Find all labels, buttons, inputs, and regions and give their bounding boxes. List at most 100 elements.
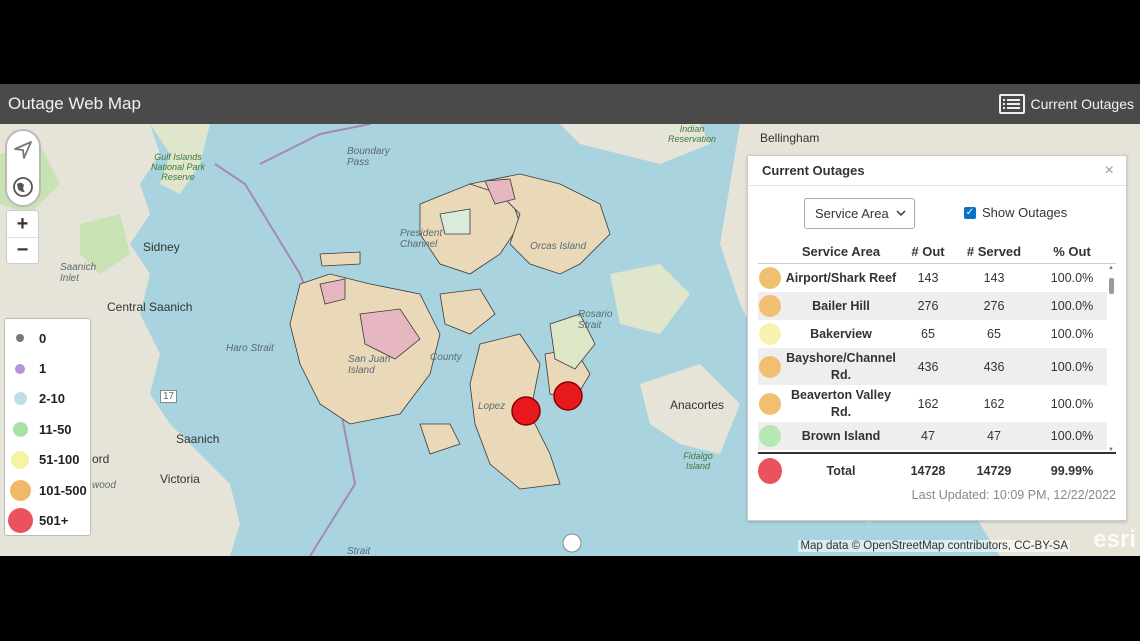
map-label-ord: ord (92, 452, 110, 466)
row-pct-out: 100.0% (1050, 429, 1094, 443)
row-out: 162 (917, 396, 939, 411)
table-rows: Airport/Shark Reef 143 143 100.0% Bailer Hil… (758, 264, 1116, 450)
table-row[interactable]: Bakerview 65 65 100.0% (758, 320, 1116, 348)
row-pct-out: 100.0% (1050, 299, 1094, 313)
legend-swatch (16, 334, 24, 343)
table-header: Service Area # Out # Served % Out (758, 240, 1116, 264)
column-header-served[interactable]: # Served (956, 244, 1032, 259)
total-swatch-cell (758, 458, 782, 484)
row-pct-out: 100.0% (1050, 327, 1094, 341)
show-outages-checkbox[interactable]: ✓ (964, 206, 976, 219)
current-outages-label: Current Outages (1030, 96, 1135, 112)
map-label-anacortes: Anacortes (670, 398, 725, 412)
table-row[interactable]: Brown Island 47 47 100.0% (758, 422, 1116, 450)
column-header-pct-out[interactable]: % Out (1032, 244, 1112, 259)
map-label-sidney: Sidney (143, 240, 180, 254)
map-label-rosario-strait: Rosario Strait (578, 309, 613, 331)
legend-swatch-cell (5, 479, 35, 501)
row-service-area: Bayshore/Channel Rd. (786, 350, 896, 382)
map-label-strait: Strait (347, 546, 371, 556)
legend-item: 11-50 (5, 414, 90, 444)
row-service-area: Airport/Shark Reef (785, 270, 897, 285)
zoom-out-button[interactable]: − (7, 237, 38, 263)
legend-item: 0 (5, 323, 90, 353)
locate-button[interactable] (9, 135, 37, 165)
legend-item: 2-10 (5, 384, 90, 414)
service-area-small (319, 251, 361, 267)
last-updated: Last Updated: 10:09 PM, 12/22/2022 (911, 488, 1116, 502)
table-body[interactable]: Airport/Shark Reef 143 143 100.0% Bailer Hil… (758, 264, 1116, 454)
panel-controls: Service Area ✓ Show Outages (748, 186, 1126, 240)
service-area-small (439, 288, 496, 335)
zoom-control: + − (6, 210, 39, 264)
row-served: 436 (983, 359, 1005, 374)
legend-item: 501+ (5, 505, 90, 535)
column-header-service-area[interactable]: Service Area (782, 244, 900, 259)
legend-swatch-cell (5, 450, 35, 469)
legend-label: 101-500 (39, 482, 87, 498)
row-status-dot (759, 425, 781, 447)
legend-label: 0 (39, 330, 47, 346)
legend-swatch (11, 450, 29, 469)
row-served: 47 (987, 429, 1001, 443)
service-area-small (419, 423, 461, 455)
row-pct-out: 100.0% (1050, 271, 1094, 285)
table-row[interactable]: Bayshore/Channel Rd. 436 436 100.0% (758, 348, 1116, 385)
map-label-saanich: Saanich (176, 432, 220, 446)
row-pct-out: 100.0% (1050, 396, 1094, 411)
row-status-dot (759, 295, 781, 317)
column-header-out[interactable]: # Out (900, 244, 956, 259)
total-label: Total (826, 464, 856, 478)
map-label-orcas-island: Orcas Island (530, 241, 587, 252)
table-row[interactable]: Beaverton Valley Rd. 162 162 100.0% (758, 385, 1116, 422)
row-swatch-cell (758, 392, 782, 415)
app-header: Outage Web Map Current Outages (0, 84, 1140, 124)
current-outages-toggle[interactable]: Current Outages (998, 94, 1135, 114)
table-row[interactable]: Airport/Shark Reef 143 143 100.0% (758, 264, 1116, 292)
row-status-dot (759, 323, 781, 345)
group-by-value: Service Area (815, 205, 889, 221)
row-served: 65 (987, 327, 1001, 341)
map-label-indian-reservation: Indian Reservation (667, 124, 717, 144)
legend-swatch (15, 363, 25, 374)
legend-item: 51-100 (5, 445, 90, 475)
table-scrollbar[interactable]: ▲ ▼ (1107, 264, 1116, 452)
total-status-dot (758, 458, 782, 484)
map-label-gulf-islands-park: Gulf Islands National Park Reserve (150, 152, 206, 182)
scrollbar-thumb[interactable] (1109, 278, 1114, 294)
navigation-arrow-icon (14, 140, 32, 159)
row-service-area: Bailer Hill (812, 298, 870, 313)
scroll-down-icon[interactable]: ▼ (1108, 447, 1114, 452)
row-served: 162 (983, 396, 1005, 411)
row-out: 47 (921, 429, 935, 443)
legend-swatch-cell (5, 363, 35, 374)
group-by-select[interactable]: Service Area (804, 197, 915, 229)
legend-swatch (12, 421, 28, 437)
map-label-victoria: Victoria (160, 472, 200, 486)
legend-label: 2-10 (39, 391, 66, 407)
zoom-in-button[interactable]: + (7, 211, 38, 237)
land-cypress (610, 264, 690, 334)
map-attribution: Map data © OpenStreetMap contributors, C… (798, 540, 1070, 552)
table-row[interactable]: Bailer Hill 276 276 100.0% (758, 292, 1116, 320)
row-service-area: Brown Island (801, 428, 881, 443)
table-total-row: Total 14728 14729 99.99% (758, 454, 1116, 488)
row-pct-out: 100.0% (1050, 359, 1094, 374)
legend-swatch (13, 392, 27, 406)
close-icon[interactable]: × (1105, 162, 1114, 180)
basemap-button[interactable] (9, 172, 37, 202)
current-outages-panel: Current Outages × Service Area ✓ Show Ou… (747, 155, 1127, 521)
map-label-bellingham: Bellingham (760, 131, 820, 145)
map-label-route-17: 17 (160, 390, 178, 403)
map-label-lopez: Lopez (478, 401, 506, 412)
legend-swatch-cell (5, 334, 35, 343)
row-out: 436 (917, 359, 939, 374)
legend-swatch-cell (5, 392, 35, 406)
panel-title: Current Outages (762, 163, 865, 178)
legend-label: 11-50 (39, 421, 72, 437)
scroll-up-icon[interactable]: ▲ (1108, 265, 1114, 271)
outage-legend: 0 1 2-10 11-50 51-100 101-500 501+ (4, 318, 91, 536)
row-swatch-cell (758, 267, 782, 289)
row-service-area: Beaverton Valley Rd. (790, 387, 892, 419)
legend-swatch (7, 508, 33, 534)
